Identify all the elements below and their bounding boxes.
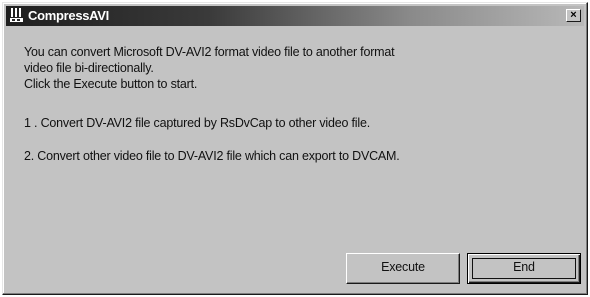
title-bar[interactable]: CompressAVI ×	[6, 6, 584, 26]
description-line: You can convert Microsoft DV-AVI2 format…	[24, 45, 395, 59]
description-line: video file bi-directionally.	[24, 61, 154, 75]
list-item: 1 . Convert DV-AVI2 file captured by RsD…	[24, 116, 370, 130]
focus-rectangle	[472, 258, 576, 279]
description-line: Click the Execute button to start.	[24, 77, 198, 91]
window-title: CompressAVI	[28, 8, 109, 23]
end-button[interactable]: End	[467, 253, 581, 284]
list-item: 2. Convert other video file to DV-AVI2 f…	[24, 149, 400, 163]
execute-button[interactable]: Execute	[346, 253, 460, 284]
description-text: You can convert Microsoft DV-AVI2 format…	[24, 44, 395, 92]
compressavi-dialog: CompressAVI × You can convert Microsoft …	[2, 2, 588, 295]
close-icon[interactable]: ×	[566, 9, 581, 22]
application-icon	[10, 8, 23, 22]
